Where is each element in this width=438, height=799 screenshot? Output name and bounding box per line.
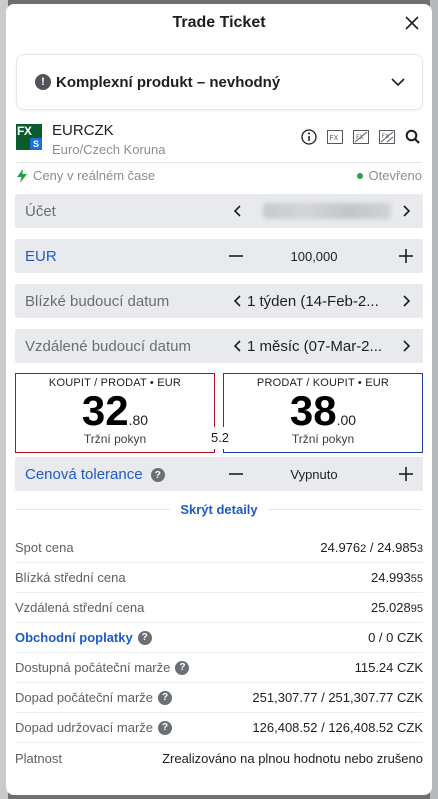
detail-row-fees: Obchodní poplatky? 0 / 0 CZK <box>15 623 423 653</box>
status-row: Ceny v reálném čase Otevřeno <box>6 163 432 188</box>
buy-order-type: Tržní pokyn <box>83 432 147 446</box>
fees-label[interactable]: Obchodní poplatky? <box>15 630 368 645</box>
minus-icon[interactable] <box>228 466 244 482</box>
minus-icon[interactable] <box>228 248 244 264</box>
detail-row-near-mid: Blízká střední cena 24.99355 <box>15 563 423 593</box>
instrument-description: Euro/Czech Koruna <box>52 142 166 157</box>
amount-stepper[interactable]: EUR 100,000 <box>15 239 423 273</box>
chevron-left-icon[interactable] <box>231 294 245 308</box>
details-list: Spot cena 24.9762 / 24.9853 Blízká střed… <box>15 533 423 773</box>
plus-icon[interactable] <box>398 248 414 264</box>
validity-label: Platnost <box>15 750 62 766</box>
near-date-selector[interactable]: Blízké budoucí datum 1 týden (14-Feb-2..… <box>15 284 423 318</box>
account-selector[interactable]: Účet <box>15 194 423 228</box>
buy-price-button[interactable]: KOUPIT / PRODAT • EUR 32.80 Tržní pokyn <box>15 373 215 453</box>
initial-margin-value: 251,307.77 / 251,307.77 CZK <box>252 690 423 705</box>
chevron-right-icon[interactable] <box>399 204 413 218</box>
sell-price-small: .00 <box>336 412 357 428</box>
chevron-left-icon[interactable] <box>231 204 245 218</box>
near-mid-label: Blízká střední cena <box>15 570 126 585</box>
chevron-left-icon[interactable] <box>231 339 245 353</box>
warning-icon: ! <box>35 74 51 90</box>
buy-price-big: 32 <box>81 387 129 434</box>
help-icon[interactable]: ? <box>150 468 165 482</box>
detail-row-spot: Spot cena 24.9762 / 24.9853 <box>15 533 423 563</box>
trade-ticket-panel: Trade Ticket ! Komplexní produkt – nevho… <box>6 4 432 795</box>
price-mode-label: Ceny v reálném čase <box>33 168 156 183</box>
help-icon[interactable]: ? <box>158 720 173 735</box>
svg-text:FX: FX <box>356 134 364 141</box>
title-bar: Trade Ticket <box>6 4 432 42</box>
market-status-dot <box>356 172 363 179</box>
tolerance-label-text: Cenová tolerance <box>25 465 143 483</box>
hide-details-link[interactable]: Skrýt detaily <box>170 501 268 517</box>
sell-order-type: Tržní pokyn <box>291 432 355 446</box>
available-margin-label: Dostupná počáteční marže? <box>15 660 355 675</box>
price-area: KOUPIT / PRODAT • EUR 32.80 Tržní pokyn … <box>15 373 423 457</box>
initial-margin-label: Dopad počáteční marže? <box>15 690 252 705</box>
far-date-selector[interactable]: Vzdálené budoucí datum 1 měsíc (07-Mar-2… <box>15 329 423 363</box>
spread-value: 5.2 <box>205 427 235 449</box>
bolt-icon <box>17 168 27 183</box>
chevron-down-icon[interactable] <box>390 74 406 90</box>
chevron-right-icon[interactable] <box>399 339 413 353</box>
warning-label: Komplexní produkt – nevhodný <box>56 73 281 91</box>
plus-icon[interactable] <box>398 466 414 482</box>
spot-label: Spot cena <box>15 540 74 555</box>
maintenance-margin-label: Dopad udržovací marže? <box>15 720 252 735</box>
near-mid-value: 24.99355 <box>370 570 423 585</box>
chevron-right-icon[interactable] <box>399 294 413 308</box>
far-mid-label: Vzdálená střední cena <box>15 600 145 615</box>
fx-options-icon[interactable]: FX <box>352 128 370 146</box>
window-title: Trade Ticket <box>172 14 266 31</box>
validity-value: Zrealizováno na plnou hodnotu nebo zruše… <box>162 750 423 766</box>
tolerance-value: Vypnuto <box>290 466 338 482</box>
spot-value: 24.9762 / 24.9853 <box>320 540 423 555</box>
detail-row-far-mid: Vzdálená střední cena 25.02895 <box>15 593 423 623</box>
instrument-header: FX S EURCZK Euro/Czech Koruna FX FX FX <box>6 110 432 162</box>
instrument-symbol: EURCZK <box>52 122 114 139</box>
detail-row-available-margin: Dostupná počáteční marže? 115.24 CZK <box>15 653 423 683</box>
fx-chart-icon[interactable]: FX <box>326 128 344 146</box>
fx-forward-icon[interactable]: FX <box>378 128 396 146</box>
svg-text:FX: FX <box>330 134 339 142</box>
market-status-label: Otevřeno <box>368 168 422 183</box>
far-date-value: 1 měsíc (07-Mar-2... <box>247 337 383 355</box>
available-margin-value: 115.24 CZK <box>354 660 423 675</box>
price-tolerance-stepper[interactable]: Cenová tolerance ? Vypnuto <box>15 457 423 491</box>
buy-price-small: .80 <box>128 412 149 428</box>
sell-price-big: 38 <box>289 387 337 434</box>
account-number-redacted <box>263 203 391 219</box>
maintenance-margin-value: 126,408.52 / 126,408.52 CZK <box>252 720 423 735</box>
far-mid-value: 25.02895 <box>370 600 423 615</box>
detail-row-validity: Platnost Zrealizováno na plnou hodnotu n… <box>15 743 423 773</box>
fx-logo: FX S <box>16 124 42 150</box>
detail-row-initial-margin: Dopad počáteční marže? 251,307.77 / 251,… <box>15 683 423 713</box>
svg-text:FX: FX <box>382 133 390 140</box>
fees-value: 0 / 0 CZK <box>368 630 423 645</box>
close-icon[interactable] <box>402 13 422 33</box>
complex-product-warning[interactable]: ! Komplexní produkt – nevhodný <box>16 54 423 110</box>
info-icon[interactable] <box>300 128 318 146</box>
help-icon[interactable]: ? <box>175 660 190 675</box>
help-icon[interactable]: ? <box>137 630 152 645</box>
search-icon[interactable] <box>404 128 422 146</box>
sell-price-button[interactable]: PRODAT / KOUPIT • EUR 38.00 Tržní pokyn <box>223 373 423 453</box>
detail-row-maintenance-margin: Dopad udržovací marže? 126,408.52 / 126,… <box>15 713 423 743</box>
details-toggle-row: Skrýt detaily <box>6 491 432 527</box>
near-date-value: 1 týden (14-Feb-2... <box>247 292 379 310</box>
help-icon[interactable]: ? <box>158 690 173 705</box>
amount-value[interactable]: 100,000 <box>243 249 385 264</box>
